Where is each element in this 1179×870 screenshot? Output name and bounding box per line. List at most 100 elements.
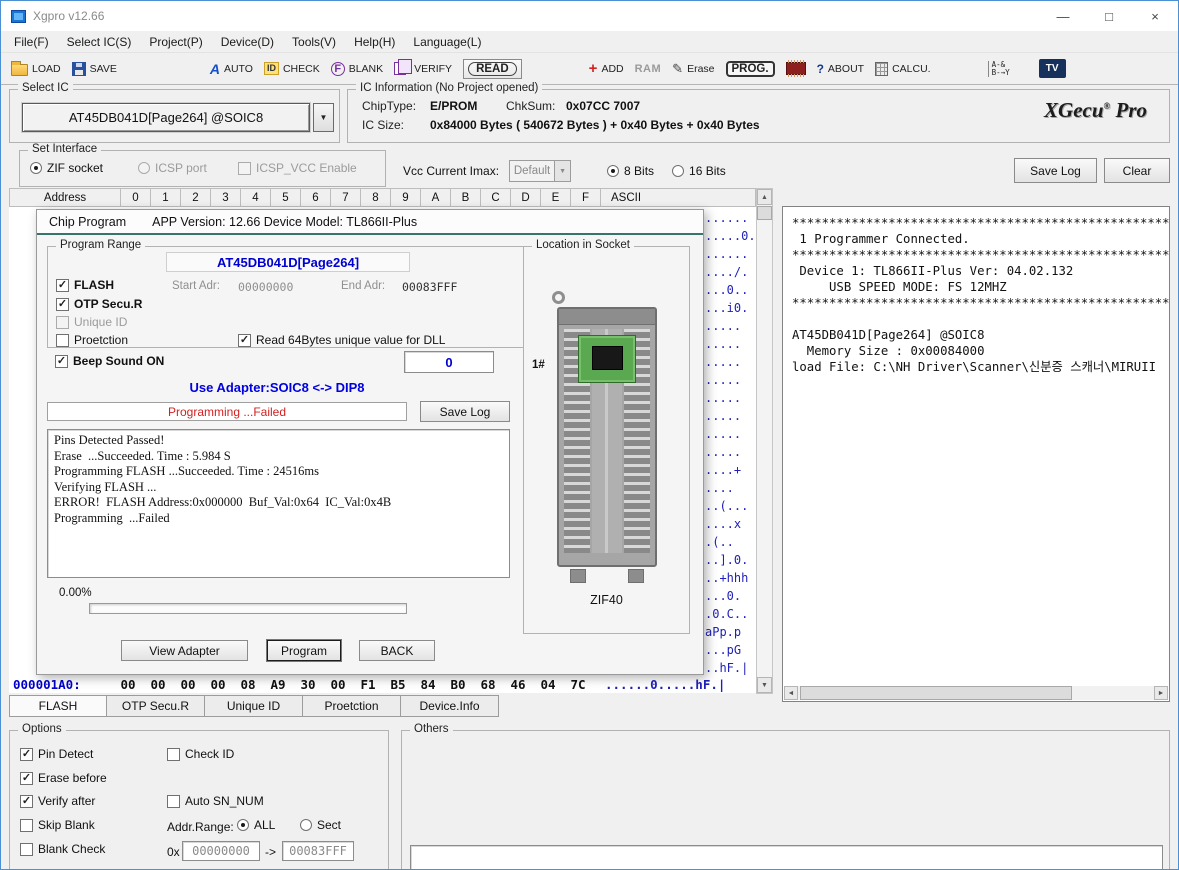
otp-secur-checkbox[interactable]: OTP Secu.R — [56, 297, 142, 311]
bits8-radio[interactable]: 8 Bits — [607, 164, 654, 178]
hex-ascii-fragment: ...... — [705, 209, 755, 227]
back-button[interactable]: BACK — [359, 640, 435, 661]
view-adapter-button[interactable]: View Adapter — [121, 640, 248, 661]
memory-tab[interactable]: Proetction — [303, 695, 401, 717]
ram-button[interactable]: RAM — [635, 63, 662, 75]
dialog-save-log-button[interactable]: Save Log — [420, 401, 510, 422]
logic-button[interactable]: A-& B-→Y — [988, 61, 1010, 77]
menu-item[interactable]: Select IC(S) — [58, 33, 141, 51]
radio-dot — [607, 165, 619, 177]
chip-program-dialog: Chip Program APP Version: 12.66 Device M… — [36, 209, 704, 675]
add-button[interactable]: + ADD — [589, 60, 624, 77]
unique-id-label: Unique ID — [74, 315, 127, 329]
chip-button[interactable] — [786, 62, 806, 75]
add-label: ADD — [601, 63, 623, 75]
verify-after-checkbox[interactable]: Verify after — [20, 794, 95, 808]
memory-tab[interactable]: Unique ID — [205, 695, 303, 717]
icsp-vcc-checkbox[interactable]: ICSP_VCC Enable — [238, 161, 357, 175]
auto-button[interactable]: A AUTO — [210, 61, 253, 77]
read64-checkbox[interactable]: Read 64Bytes unique value for DLL — [238, 333, 445, 347]
menu-item[interactable]: Project(P) — [140, 33, 211, 51]
check-id-checkbox[interactable]: Check ID — [167, 747, 234, 761]
hex-ascii-fragment: .0.C.. — [705, 605, 755, 623]
blank-button[interactable]: F BLANK — [331, 62, 383, 76]
blank-check-checkbox[interactable]: Blank Check — [20, 842, 105, 856]
erase-label: Erase — [687, 63, 714, 75]
skip-blank-checkbox[interactable]: Skip Blank — [20, 818, 95, 832]
flash-checkbox[interactable]: FLASH — [56, 278, 114, 292]
memory-tab[interactable]: Device.Info — [401, 695, 499, 717]
load-button[interactable]: LOAD — [11, 62, 61, 76]
addr-sect-radio[interactable]: Sect — [300, 818, 341, 832]
icsp-port-radio[interactable]: ICSP port — [138, 161, 207, 175]
dialog-titlebar: Chip Program APP Version: 12.66 Device M… — [37, 210, 703, 235]
zif-socket-radio[interactable]: ZIF socket — [30, 161, 103, 175]
read-button[interactable]: READ — [463, 59, 522, 79]
erase-before-checkbox[interactable]: Erase before — [20, 771, 107, 785]
auto-sn-checkbox[interactable]: Auto SN_NUM — [167, 794, 264, 808]
prog-button[interactable]: PROG. — [726, 61, 775, 77]
check-button[interactable]: ID CHECK — [264, 62, 320, 75]
verify-button[interactable]: VERIFY — [394, 62, 452, 75]
beep-checkbox[interactable]: Beep Sound ON — [55, 354, 164, 368]
hex-vertical-scrollbar[interactable]: ▲ ▼ — [756, 188, 773, 694]
protection-label: Proetction — [74, 333, 128, 347]
vcc-combo[interactable]: Default ▼ — [509, 160, 571, 182]
program-button[interactable]: Program — [267, 640, 341, 661]
options-group: Options Pin Detect Check ID Erase before… — [9, 730, 389, 870]
hex-column-header: D — [511, 189, 541, 206]
scroll-down-button[interactable]: ▼ — [757, 677, 772, 693]
pin-detect-checkbox[interactable]: Pin Detect — [20, 747, 93, 761]
ic-combo-dropdown-button[interactable]: ▼ — [313, 103, 334, 132]
addr-all-radio[interactable]: ALL — [237, 818, 275, 832]
end-adr-value: 00083FFF — [402, 280, 457, 294]
close-button[interactable]: × — [1132, 1, 1178, 31]
memory-tab[interactable]: FLASH — [9, 695, 107, 717]
pin1-label: 1# — [532, 359, 545, 371]
tv-button[interactable]: TV — [1039, 59, 1066, 78]
menu-item[interactable]: Help(H) — [345, 33, 404, 51]
vcc-row: Vcc Current Imax: Default ▼ 8 Bits 16 Bi… — [403, 159, 726, 183]
radio-dot — [138, 162, 150, 174]
log-line: Memory Size : 0x00084000 — [792, 343, 1169, 359]
chksum-label: ChkSum: — [506, 99, 555, 113]
bits16-radio[interactable]: 16 Bits — [672, 164, 726, 178]
checkbox-box — [20, 843, 33, 856]
ic-combo[interactable]: AT45DB041D[Page264] @SOIC8 — [22, 103, 310, 132]
calcu-button[interactable]: CALCU. — [875, 62, 931, 76]
scroll-right-button[interactable]: ► — [1154, 686, 1168, 700]
hex-column-header: 6 — [301, 189, 331, 206]
address-column-header: Address — [10, 189, 121, 206]
auto-label: AUTO — [224, 63, 253, 75]
hex-ascii-fragment: ..... — [705, 317, 755, 335]
menu-item[interactable]: Language(L) — [404, 33, 490, 51]
calcu-label: CALCU. — [892, 63, 931, 75]
operation-log-line: Programming FLASH ...Succeeded. Time : 2… — [54, 464, 503, 480]
range-from-input[interactable] — [182, 841, 260, 861]
unique-id-checkbox[interactable]: Unique ID — [56, 315, 127, 329]
hex-ascii-fragment: ...pG — [705, 641, 755, 659]
log-horizontal-scrollbar[interactable]: ◄ ► — [784, 686, 1168, 700]
protection-checkbox[interactable]: Proetction — [56, 333, 128, 347]
about-button[interactable]: ? ABOUT — [817, 62, 865, 76]
erase-button[interactable]: ✎ Erase — [672, 61, 714, 77]
menu-item[interactable]: File(F) — [5, 33, 58, 51]
save-button[interactable]: SAVE — [72, 62, 117, 76]
menu-item[interactable]: Tools(V) — [283, 33, 345, 51]
menu-item[interactable]: Device(D) — [212, 33, 283, 51]
hex-prefix-label: 0x — [167, 845, 180, 859]
hex-ascii-fragment: ..... — [705, 389, 755, 407]
maximize-button[interactable]: □ — [1086, 1, 1132, 31]
save-label: SAVE — [90, 63, 117, 75]
range-to-input[interactable] — [282, 841, 354, 861]
scroll-left-button[interactable]: ◄ — [784, 686, 798, 700]
bits16-label: 16 Bits — [689, 164, 726, 178]
clear-button[interactable]: Clear — [1104, 158, 1170, 183]
scrollbar-thumb[interactable] — [800, 686, 1072, 700]
memory-tab[interactable]: OTP Secu.R — [107, 695, 205, 717]
save-log-button[interactable]: Save Log — [1014, 158, 1097, 183]
scroll-up-button[interactable]: ▲ — [757, 189, 772, 205]
check-label: CHECK — [283, 63, 320, 75]
minimize-button[interactable]: — — [1040, 1, 1086, 31]
scrollbar-thumb[interactable] — [757, 206, 772, 220]
